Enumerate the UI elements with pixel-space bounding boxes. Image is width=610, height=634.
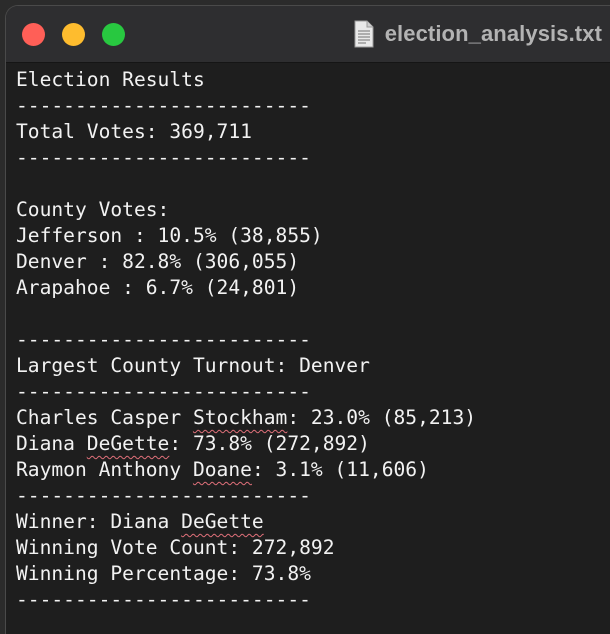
largest-county-line: Largest County Turnout: Denver xyxy=(16,354,370,377)
county-votes-header: County Votes: xyxy=(16,198,170,221)
close-window-button[interactable] xyxy=(22,23,45,46)
divider-line: ------------------------- xyxy=(16,380,311,403)
divider-line: ------------------------- xyxy=(16,484,311,507)
spellcheck-flagged-word[interactable]: Doane xyxy=(193,458,252,481)
candidate-line-degette: Diana DeGette: 73.8% (272,892) xyxy=(16,431,610,457)
window-title: election_analysis.txt xyxy=(384,21,602,46)
minimize-window-button[interactable] xyxy=(62,23,85,46)
window-title-area: election_analysis.txt xyxy=(353,20,602,48)
winner-label: Winner: Diana xyxy=(16,510,182,533)
candidate-text: Diana xyxy=(16,432,87,455)
county-line-denver: Denver : 82.8% (306,055) xyxy=(16,250,300,273)
county-line-jefferson: Jefferson : 10.5% (38,855) xyxy=(16,224,323,247)
title-bar[interactable]: election_analysis.txt xyxy=(6,6,610,63)
text-editor-window: election_analysis.txt Election Results -… xyxy=(6,6,610,634)
winner-line: Winner: Diana DeGette xyxy=(16,509,610,535)
candidate-result: : 73.8% (272,892) xyxy=(169,432,370,455)
county-line-arapahoe: Arapahoe : 6.7% (24,801) xyxy=(16,276,300,299)
maximize-window-button[interactable] xyxy=(102,23,125,46)
divider-line: ------------------------- xyxy=(16,588,311,611)
text-document-icon xyxy=(354,20,374,48)
candidate-text: Raymon Anthony xyxy=(16,458,193,481)
spellcheck-flagged-word[interactable]: DeGette xyxy=(181,510,264,533)
candidate-line-doane: Raymon Anthony Doane: 3.1% (11,606) xyxy=(16,457,610,483)
results-heading: Election Results xyxy=(16,68,205,91)
candidate-result: : 23.0% (85,213) xyxy=(287,406,477,429)
divider-line: ------------------------- xyxy=(16,146,311,169)
divider-line: ------------------------- xyxy=(16,328,311,351)
candidate-line-stockham: Charles Casper Stockham: 23.0% (85,213) xyxy=(16,405,610,431)
candidate-result: : 3.1% (11,606) xyxy=(251,458,429,481)
divider-line: ------------------------- xyxy=(16,94,311,117)
winning-vote-count-line: Winning Vote Count: 272,892 xyxy=(16,536,335,559)
candidate-text: Charles Casper xyxy=(16,406,193,429)
total-votes-line: Total Votes: 369,711 xyxy=(16,120,252,143)
winning-percentage-line: Winning Percentage: 73.8% xyxy=(16,562,311,585)
spellcheck-flagged-word[interactable]: Stockham xyxy=(193,406,287,429)
document-text-area[interactable]: Election Results -----------------------… xyxy=(16,62,610,634)
spellcheck-flagged-word[interactable]: DeGette xyxy=(87,432,170,455)
